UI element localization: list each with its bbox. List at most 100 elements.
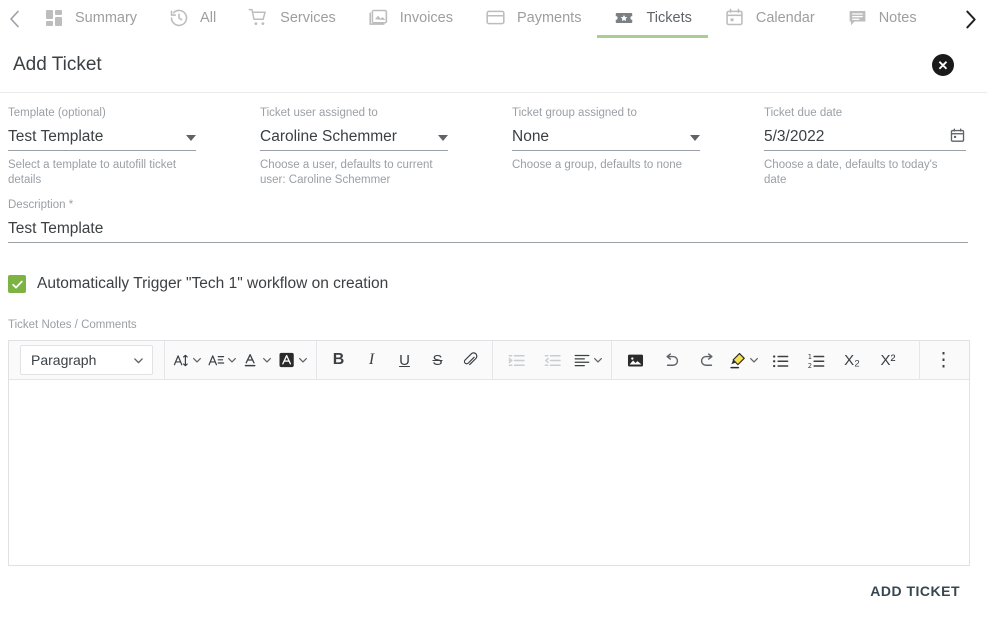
indent-increase-icon [508, 354, 525, 366]
bullet-list-button[interactable] [762, 345, 798, 375]
toolbar-group-insert: 1 2 X₂ X² [612, 341, 911, 380]
chevron-down-icon [227, 355, 237, 365]
ticket-group-select[interactable]: None [512, 126, 700, 151]
paragraph-style-value: Paragraph [31, 352, 97, 369]
bold-button[interactable]: B [322, 345, 355, 375]
field-value: None [512, 128, 550, 145]
nav-tab-label: Invoices [399, 9, 453, 26]
background-color-button[interactable] [275, 345, 311, 375]
nav-tab-label: Tickets [646, 9, 692, 26]
bullet-list-icon [772, 355, 788, 368]
field-due-date: Ticket due date 5/3/2022 Choose a date, … [764, 107, 974, 187]
chevron-down-icon [262, 355, 272, 365]
caret-down-icon [690, 135, 700, 141]
nav-scroll-right-button[interactable] [955, 0, 987, 38]
add-ticket-button[interactable]: ADD TICKET [870, 583, 960, 599]
nav-tab-label: Payments [516, 9, 582, 26]
field-ticket-user: Ticket user assigned to Caroline Schemme… [260, 107, 512, 187]
field-value: 5/3/2022 [764, 128, 825, 145]
nav-tab-payments[interactable]: Payments [469, 0, 597, 38]
add-ticket-form: Template (optional) Test Template Select… [0, 93, 987, 599]
svg-text:2: 2 [807, 362, 811, 370]
history-clock-icon [169, 8, 189, 28]
ticket-user-select[interactable]: Caroline Schemmer [260, 126, 448, 151]
calendar-picker-icon[interactable] [949, 127, 966, 144]
nav-tab-calendar[interactable]: Calendar [708, 0, 831, 38]
link-button[interactable] [454, 345, 487, 375]
redo-button[interactable] [689, 345, 725, 375]
nav-tab-label: Notes [878, 9, 917, 26]
underline-button[interactable]: U [388, 345, 421, 375]
due-date-input[interactable]: 5/3/2022 [764, 126, 966, 151]
chevron-down-icon [593, 355, 603, 365]
indent-decrease-icon [544, 354, 561, 366]
indent-increase-button[interactable] [498, 345, 534, 375]
field-hint: Select a template to autofill ticket det… [8, 159, 177, 186]
highlighter-button[interactable] [725, 345, 762, 375]
chevron-down-icon [192, 355, 202, 365]
nav-tab-all[interactable]: All [153, 0, 232, 38]
chevron-down-icon [749, 355, 759, 365]
form-field-row: Template (optional) Test Template Select… [8, 107, 979, 187]
subscript-button[interactable]: X₂ [834, 345, 870, 375]
field-value: Test Template [8, 220, 104, 238]
line-height-button[interactable] [205, 345, 240, 375]
field-description: Description * Test Template [8, 199, 968, 244]
calendar-icon [724, 7, 745, 28]
svg-text:1: 1 [807, 353, 811, 361]
field-hint: Choose a date, defaults to today's date [764, 159, 938, 186]
field-label: Ticket group assigned to [512, 107, 637, 119]
field-value: Caroline Schemmer [260, 128, 397, 145]
rich-text-editor: Paragraph B I U S 1 2 X₂ X² ⋮ [8, 340, 970, 567]
more-options-button[interactable]: ⋮ [931, 345, 956, 375]
align-button[interactable] [570, 345, 606, 375]
caret-down-icon [186, 135, 196, 141]
editor-toolbar: Paragraph B I U S 1 2 X₂ X² ⋮ [9, 340, 969, 381]
workflow-checkbox-label: Automatically Trigger "Tech 1" workflow … [37, 275, 389, 293]
notes-editor-body[interactable] [9, 380, 969, 566]
chevron-right-icon [966, 10, 976, 28]
highlighter-icon [730, 352, 745, 369]
line-height-icon [208, 355, 225, 366]
numbered-list-icon: 1 2 [807, 353, 824, 370]
font-size-button[interactable] [170, 345, 205, 375]
field-value: Test Template [8, 128, 104, 145]
ticket-notes-label: Ticket Notes / Comments [8, 319, 137, 332]
paragraph-style-select[interactable]: Paragraph [20, 345, 153, 376]
nav-tab-summary[interactable]: Summary [28, 0, 153, 38]
field-label: Template (optional) [8, 107, 106, 119]
field-label: Description * [8, 199, 74, 212]
field-template: Template (optional) Test Template Select… [8, 107, 260, 187]
font-size-icon [173, 354, 188, 367]
toolbar-group-font [165, 340, 317, 380]
chevron-left-icon [9, 10, 19, 28]
toolbar-group-indent-align [493, 340, 612, 380]
text-color-icon [244, 354, 256, 367]
nav-tab-tickets[interactable]: Tickets [597, 0, 708, 38]
field-label: Ticket user assigned to [260, 107, 378, 119]
undo-button[interactable] [653, 345, 689, 375]
close-circle-icon: ✕ [937, 57, 949, 73]
insert-image-button[interactable] [617, 345, 653, 375]
numbered-list-button[interactable]: 1 2 [798, 345, 834, 375]
nav-tab-label: Summary [75, 9, 138, 26]
redo-icon [700, 353, 713, 366]
description-input[interactable]: Test Template [8, 218, 968, 244]
close-dialog-button[interactable]: ✕ [932, 54, 954, 76]
nav-tab-services[interactable]: Services [232, 0, 352, 38]
chevron-down-icon [298, 355, 308, 365]
italic-button[interactable]: I [355, 345, 388, 375]
nav-scroll-left-button[interactable] [0, 0, 28, 38]
nav-tab-list: Summary All Services Invoices Payments T… [28, 0, 933, 38]
text-color-button[interactable] [240, 345, 275, 375]
field-label: Ticket due date [764, 107, 843, 119]
align-left-icon [574, 355, 590, 367]
field-hint: Choose a group, defaults to none [512, 159, 683, 171]
superscript-button[interactable]: X² [870, 345, 906, 375]
strikethrough-button[interactable]: S [421, 345, 454, 375]
workflow-checkbox[interactable] [8, 275, 26, 294]
indent-decrease-button[interactable] [534, 345, 570, 375]
nav-tab-notes[interactable]: Notes [831, 0, 933, 38]
nav-tab-invoices[interactable]: Invoices [352, 0, 469, 38]
template-select[interactable]: Test Template [8, 126, 196, 151]
